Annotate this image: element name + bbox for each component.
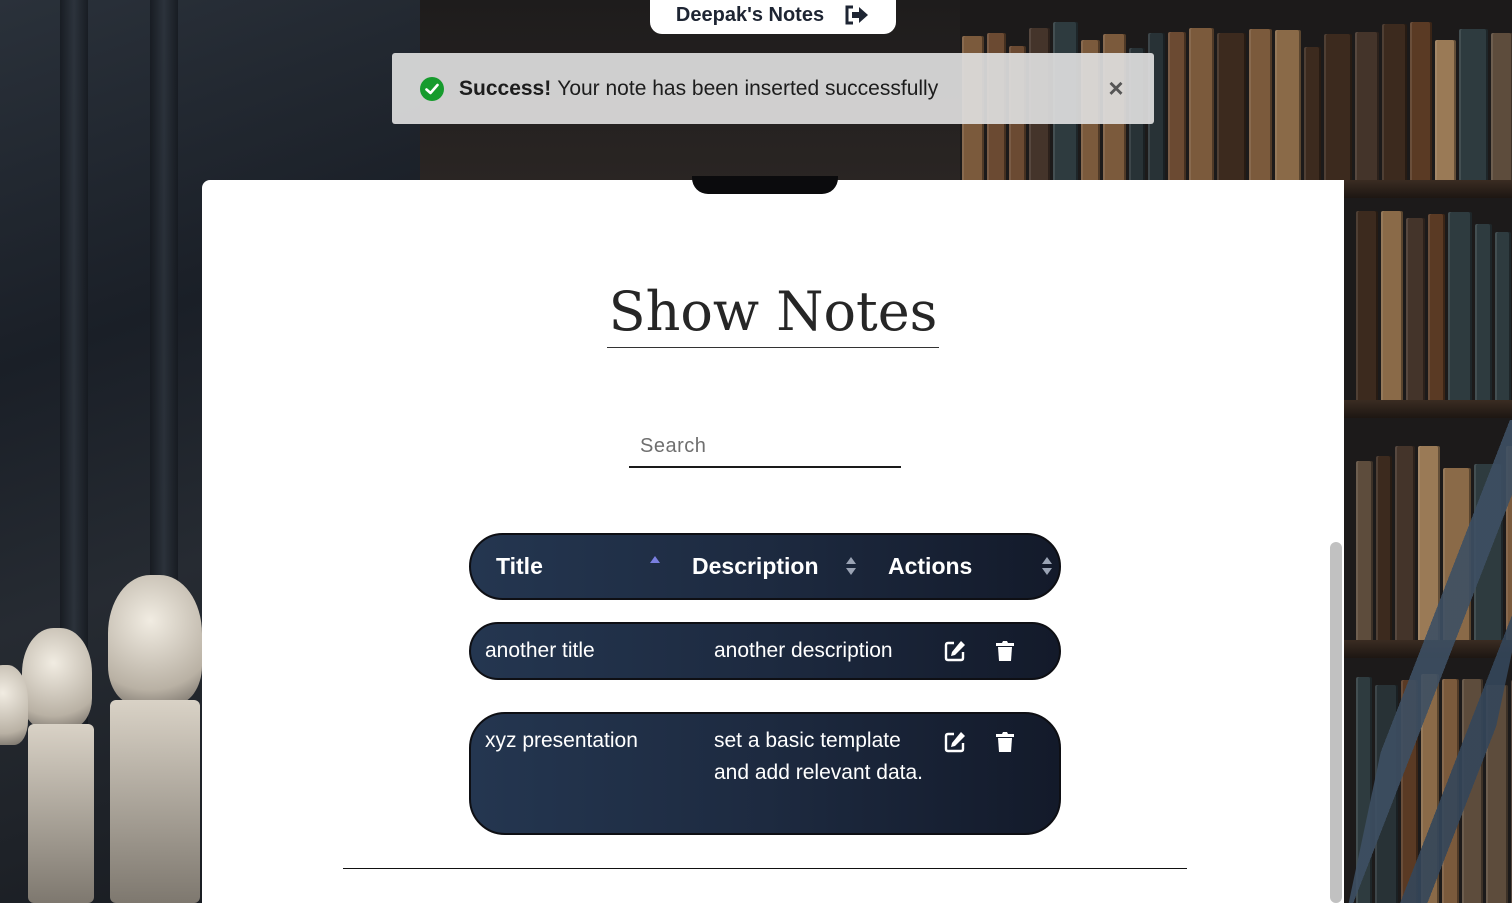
sort-asc-icon[interactable]: [649, 554, 661, 576]
column-header-description[interactable]: Description: [692, 535, 819, 598]
divider: [343, 868, 1187, 869]
navbar-brand: Deepak's Notes: [650, 0, 896, 34]
book-spine: [1428, 214, 1445, 400]
shelf-board: [1344, 400, 1512, 418]
note-description: set a basic template and add relevant da…: [714, 729, 923, 784]
book-spine: [1448, 212, 1472, 400]
column-header-actions[interactable]: Actions: [888, 535, 972, 598]
book-spine: [1356, 461, 1373, 640]
book-spine: [1435, 40, 1456, 180]
book-spine: [1324, 34, 1352, 180]
sort-icon[interactable]: [845, 555, 857, 577]
bust-pedestal: [110, 700, 200, 903]
success-alert: Success! Your note has been inserted suc…: [392, 53, 1154, 124]
shelf-row: [1344, 200, 1512, 400]
book-spine: [1410, 22, 1432, 180]
book-spine: [1376, 456, 1392, 640]
navbar-notch: [692, 176, 838, 194]
bust-statue: [22, 628, 92, 728]
column-header-title[interactable]: Title: [496, 535, 543, 598]
brand-title: Deepak's Notes: [675, 3, 825, 26]
notes-card: Show Notes Title Description Actions ano…: [202, 180, 1344, 903]
sort-icon[interactable]: [1041, 555, 1053, 577]
bust-pedestal: [28, 724, 94, 903]
alert-message: Your note has been inserted successfully: [557, 76, 939, 100]
edit-icon[interactable]: [943, 730, 967, 754]
book-spine: [1459, 29, 1488, 180]
book-spine: [1382, 24, 1407, 180]
book-spine: [1381, 211, 1403, 400]
sign-out-icon[interactable]: [844, 5, 870, 25]
edit-icon[interactable]: [943, 639, 967, 663]
note-title: another title: [485, 639, 595, 662]
trash-icon[interactable]: [993, 639, 1017, 663]
table-row: xyz presentation set a basic template an…: [469, 712, 1061, 835]
book-spine: [1495, 232, 1511, 400]
book-spine: [1356, 211, 1378, 400]
book-spine: [1475, 224, 1492, 400]
search-input[interactable]: [629, 426, 901, 466]
book-spine: [1304, 47, 1321, 180]
alert-heading: Success!: [459, 76, 552, 100]
book-spine: [1249, 29, 1272, 180]
book-spine: [1217, 33, 1246, 180]
search-field[interactable]: [629, 426, 901, 468]
scrollbar-thumb[interactable]: [1330, 542, 1342, 903]
close-icon[interactable]: ×: [1106, 74, 1126, 102]
note-title: xyz presentation: [485, 729, 638, 752]
note-description: another description: [714, 639, 893, 662]
bust-statue: [108, 575, 202, 705]
trash-icon[interactable]: [993, 730, 1017, 754]
check-circle-icon: [420, 76, 444, 101]
book-spine: [1355, 32, 1379, 180]
book-spine: [1275, 30, 1301, 180]
book-spine: [1406, 218, 1425, 400]
book-spine: [1168, 32, 1186, 180]
table-header: Title Description Actions: [469, 533, 1061, 600]
page-title: Show Notes: [202, 280, 1344, 348]
book-spine: [1491, 33, 1512, 180]
table-row: another title another description: [469, 622, 1061, 680]
book-spine: [1189, 28, 1214, 180]
